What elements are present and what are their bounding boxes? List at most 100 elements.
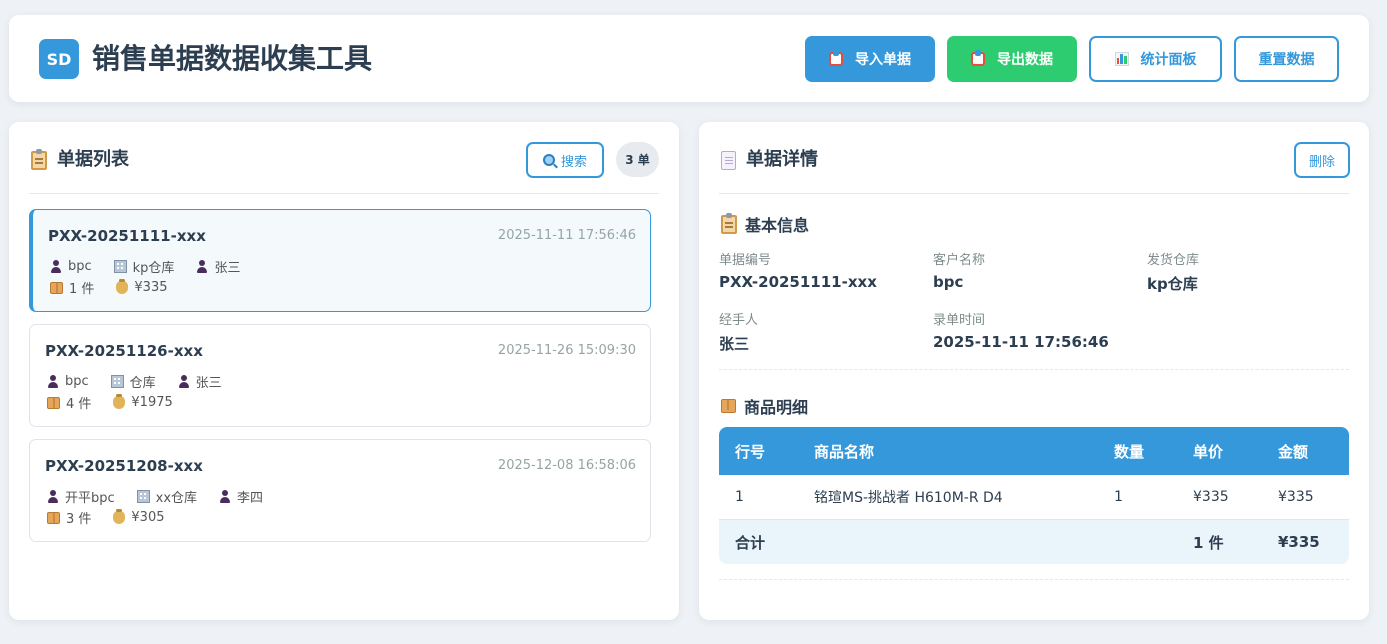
table-cell: ¥335	[1278, 489, 1314, 505]
bar-chart-icon	[1114, 52, 1129, 66]
reset-button-label: 重置数据	[1258, 52, 1315, 68]
order-card[interactable]: PXX-20251111-xxx 2025-11-11 17:56:46 bpc…	[29, 209, 651, 312]
order-qty: 3 件	[66, 512, 92, 527]
time-label: 录单时间	[933, 313, 986, 328]
order-warehouse: 仓库	[129, 376, 156, 391]
app-title: 销售单据数据收集工具	[92, 42, 373, 75]
order-card[interactable]: PXX-20251208-xxx 2025-12-08 16:58:06 开平b…	[29, 439, 651, 542]
order-card[interactable]: PXX-20251126-xxx 2025-11-26 15:09:30 bpc…	[29, 324, 651, 427]
document-icon	[721, 150, 736, 170]
order-id: PXX-20251208-xxx	[45, 457, 203, 475]
table-cell: 1	[735, 489, 744, 505]
basic-info-title-text: 基本信息	[745, 216, 810, 235]
customer-icon	[50, 260, 62, 273]
items-title: 商品明细	[721, 394, 808, 418]
items-table: 行号 商品名称 数量 单价 金额 1 铭瑄MS-挑战者 H610M-R D4 1…	[719, 427, 1349, 564]
section-divider	[719, 579, 1349, 580]
order-detail-panel: 单据详情 删除 基本信息 单据编号 PXX-20251111-xxx 客户名称 …	[699, 122, 1369, 620]
order-no-label: 单据编号	[719, 253, 772, 268]
table-total-row: 合计 1 件 ¥335	[719, 520, 1349, 564]
clipboard-icon	[31, 148, 47, 170]
table-cell: ¥335	[1193, 489, 1229, 505]
table-header: 行号 商品名称 数量 单价 金额	[719, 427, 1349, 475]
order-qty: 1 件	[69, 282, 95, 297]
handler-icon	[196, 260, 208, 273]
column-header: 单价	[1193, 442, 1224, 461]
order-amount: ¥1975	[131, 395, 173, 410]
warehouse-value: kp仓库	[1147, 275, 1198, 293]
export-button-label: 导出数据	[997, 52, 1053, 68]
customer-value: bpc	[933, 273, 964, 291]
items-title-text: 商品明细	[744, 398, 809, 417]
search-icon	[542, 154, 555, 166]
divider	[719, 193, 1349, 194]
table-cell: 1	[1114, 489, 1123, 505]
order-detail-title-text: 单据详情	[746, 149, 818, 170]
handler-icon	[178, 375, 190, 388]
export-icon	[971, 50, 985, 66]
search-button-label: 搜索	[560, 154, 587, 170]
app-logo: SD	[39, 39, 79, 79]
customer-label: 客户名称	[933, 253, 986, 268]
order-amount: ¥335	[134, 280, 168, 295]
app-header: SD 销售单据数据收集工具 导入单据 导出数据 统计面板 重置数据	[9, 15, 1369, 102]
search-button[interactable]: 搜索	[526, 142, 604, 178]
order-meta: 开平bpc xx仓库 李四	[47, 487, 263, 506]
stats-button[interactable]: 统计面板	[1089, 36, 1222, 82]
order-count-badge: 3 单	[616, 142, 659, 177]
order-no-value: PXX-20251111-xxx	[719, 273, 877, 291]
warehouse-label: 发货仓库	[1147, 253, 1200, 268]
customer-icon	[47, 375, 59, 388]
import-button[interactable]: 导入单据	[805, 36, 935, 82]
order-warehouse: kp仓库	[132, 261, 175, 276]
total-amount: ¥335	[1278, 533, 1320, 551]
section-divider	[719, 369, 1349, 370]
package-icon	[721, 399, 736, 413]
warehouse-icon	[113, 260, 127, 273]
order-summary: 3 件 ¥305	[47, 508, 165, 527]
package-icon	[47, 511, 60, 524]
order-customer: 开平bpc	[65, 491, 115, 506]
time-value: 2025-11-11 17:56:46	[933, 333, 1109, 351]
order-handler: 李四	[237, 491, 264, 506]
order-summary: 4 件 ¥1975	[47, 393, 173, 412]
import-icon	[829, 50, 843, 66]
warehouse-icon	[136, 490, 150, 503]
order-handler: 张三	[214, 261, 241, 276]
order-list-title: 单据列表	[31, 148, 129, 172]
column-header: 数量	[1114, 442, 1145, 461]
table-cell: 铭瑄MS-挑战者 H610M-R D4	[814, 490, 1003, 506]
money-bag-icon	[113, 394, 126, 409]
order-meta: bpc kp仓库 张三	[50, 257, 240, 276]
order-time: 2025-11-26 15:09:30	[497, 343, 636, 358]
delete-button[interactable]: 删除	[1294, 142, 1350, 178]
handler-label: 经手人	[719, 313, 759, 328]
import-button-label: 导入单据	[855, 52, 911, 68]
stats-button-label: 统计面板	[1140, 52, 1197, 68]
package-icon	[50, 281, 63, 294]
basic-info-title: 基本信息	[721, 212, 809, 236]
total-label: 合计	[735, 533, 766, 552]
money-bag-icon	[113, 509, 126, 524]
order-summary: 1 件 ¥335	[50, 278, 168, 297]
order-list-title-text: 单据列表	[57, 149, 129, 170]
order-warehouse: xx仓库	[155, 491, 198, 506]
export-button[interactable]: 导出数据	[947, 36, 1077, 82]
order-qty: 4 件	[66, 397, 92, 412]
order-id: PXX-20251111-xxx	[48, 227, 206, 245]
order-time: 2025-12-08 16:58:06	[497, 458, 636, 473]
order-time: 2025-11-11 17:56:46	[497, 228, 636, 243]
order-id: PXX-20251126-xxx	[45, 342, 203, 360]
column-header: 行号	[735, 442, 766, 461]
table-row: 1 铭瑄MS-挑战者 H610M-R D4 1 ¥335 ¥335	[719, 475, 1349, 520]
order-amount: ¥305	[131, 510, 165, 525]
order-handler: 张三	[195, 376, 222, 391]
money-bag-icon	[116, 279, 129, 294]
clipboard-icon	[721, 212, 737, 234]
order-customer: bpc	[65, 374, 89, 389]
reset-button[interactable]: 重置数据	[1234, 36, 1339, 82]
package-icon	[47, 396, 60, 409]
column-header: 金额	[1278, 442, 1309, 461]
order-meta: bpc 仓库 张三	[47, 372, 222, 391]
handler-value: 张三	[719, 335, 750, 353]
